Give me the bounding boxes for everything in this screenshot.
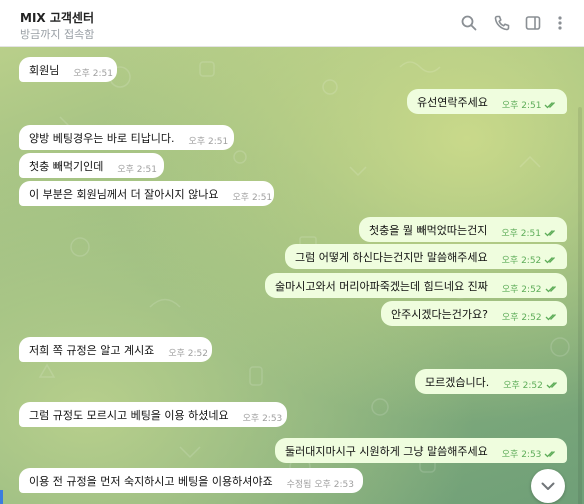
message-text: 첫충을 뭘 빼먹었따는건지	[369, 224, 488, 237]
message-text: 저희 쪽 규정은 알고 계시죠	[29, 344, 155, 357]
message-text: 모르겠습니다.	[425, 376, 490, 389]
message-text: 둘러대지마시구 시원하게 그냥 말씀해주세요	[285, 445, 488, 458]
message-time: 오후 2:52	[168, 349, 208, 359]
message-time: 오후 2:53	[242, 414, 283, 424]
message-bubble-incoming[interactable]: 회원님 오후 2:51	[19, 57, 117, 82]
read-checkmarks-icon	[544, 256, 556, 263]
message-bubble-outgoing[interactable]: 둘러대지마시구 시원하게 그냥 말씀해주세요 오후 2:53	[275, 438, 567, 463]
chat-header: MIX 고객센터 방금까지 접속함	[0, 0, 584, 47]
more-vertical-icon[interactable]	[551, 14, 569, 32]
message-time: 오후 2:51	[501, 101, 542, 111]
message-bubble-outgoing[interactable]: 그럼 어떻게 하신다는건지만 말씀해주세요 오후 2:52	[285, 244, 567, 269]
message-bubble-outgoing[interactable]: 안주시겠다는건가요? 오후 2:52	[381, 301, 567, 326]
message-bubble-incoming[interactable]: 그럼 규정도 모르시고 베팅을 이용 하셨네요 오후 2:53	[19, 402, 287, 427]
window-edge-indicator	[0, 490, 3, 504]
message-text: 첫충 빼먹기인데	[29, 160, 104, 173]
message-text: 양방 베팅경우는 바로 티납니다.	[29, 132, 175, 145]
chevron-down-icon	[541, 482, 555, 490]
read-checkmarks-icon	[546, 381, 557, 388]
message-time: 오후 2:51	[188, 137, 229, 147]
message-text: 그럼 규정도 모르시고 베팅을 이용 하셨네요	[29, 409, 229, 422]
message-time: 오후 2:52	[501, 256, 542, 266]
read-checkmarks-icon	[545, 101, 556, 108]
message-text: 안주시겠다는건가요?	[391, 308, 488, 321]
message-time: 오후 2:52	[501, 313, 542, 323]
message-time: 오후 2:53	[501, 450, 542, 460]
message-text: 이 부분은 회원님께서 더 잘아시지 않나요	[29, 188, 219, 201]
chat-title[interactable]: MIX 고객센터	[20, 9, 94, 26]
read-checkmarks-icon	[545, 313, 556, 320]
read-checkmarks-icon	[545, 285, 556, 292]
message-time: 오후 2:52	[503, 381, 543, 391]
message-bubble-incoming[interactable]: 이용 전 규정을 먼저 숙지하시고 베팅을 이용하셔야죠 수정됨 오후 2:53	[19, 468, 363, 493]
read-checkmarks-icon	[544, 229, 555, 236]
message-text: 술마시고와서 머리아파죽겠는데 힘드네요 진짜	[275, 280, 488, 293]
message-time: 오후 2:51	[117, 165, 157, 175]
message-text: 이용 전 규정을 먼저 숙지하시고 베팅을 이용하셔야죠	[29, 475, 273, 488]
message-time: 오후 2:51	[73, 69, 114, 79]
chat-scrollbar[interactable]	[578, 107, 582, 504]
phone-icon[interactable]	[493, 14, 511, 32]
message-time: 오후 2:52	[501, 285, 542, 295]
message-time: 오후 2:51	[232, 193, 273, 203]
message-text: 유선연락주세요	[417, 96, 488, 109]
message-text: 그럼 어떻게 하신다는건지만 말씀해주세요	[295, 251, 488, 264]
message-time: 오후 2:51	[501, 229, 541, 239]
search-icon[interactable]	[460, 14, 478, 32]
message-text: 회원님	[29, 64, 60, 77]
chat-window: MIX 고객센터 방금까지 접속함 회원님 오후 2:51 유선연락주세요 오후…	[0, 0, 584, 504]
read-checkmarks-icon	[544, 450, 556, 457]
message-bubble-incoming[interactable]: 양방 베팅경우는 바로 티납니다. 오후 2:51	[19, 125, 234, 150]
message-list[interactable]: 회원님 오후 2:51 유선연락주세요 오후 2:51 양방 베팅경우는 바로 …	[0, 47, 584, 504]
message-bubble-incoming[interactable]: 첫충 빼먹기인데 오후 2:51	[19, 153, 164, 178]
message-time: 수정됨 오후 2:53	[286, 480, 354, 490]
message-bubble-outgoing[interactable]: 술마시고와서 머리아파죽겠는데 힘드네요 진짜 오후 2:52	[265, 273, 567, 298]
message-bubble-outgoing[interactable]: 첫충을 뭘 빼먹었따는건지 오후 2:51	[359, 217, 567, 242]
message-bubble-outgoing[interactable]: 유선연락주세요 오후 2:51	[407, 89, 567, 114]
sidebar-toggle-icon[interactable]	[524, 14, 542, 32]
message-bubble-outgoing[interactable]: 모르겠습니다. 오후 2:52	[415, 369, 567, 394]
last-seen-status: 방금까지 접속함	[20, 28, 95, 41]
message-bubble-incoming[interactable]: 이 부분은 회원님께서 더 잘아시지 않나요 오후 2:51	[19, 181, 274, 206]
message-bubble-incoming[interactable]: 저희 쪽 규정은 알고 계시죠 오후 2:52	[19, 337, 212, 362]
scroll-to-bottom-button[interactable]	[531, 469, 565, 503]
